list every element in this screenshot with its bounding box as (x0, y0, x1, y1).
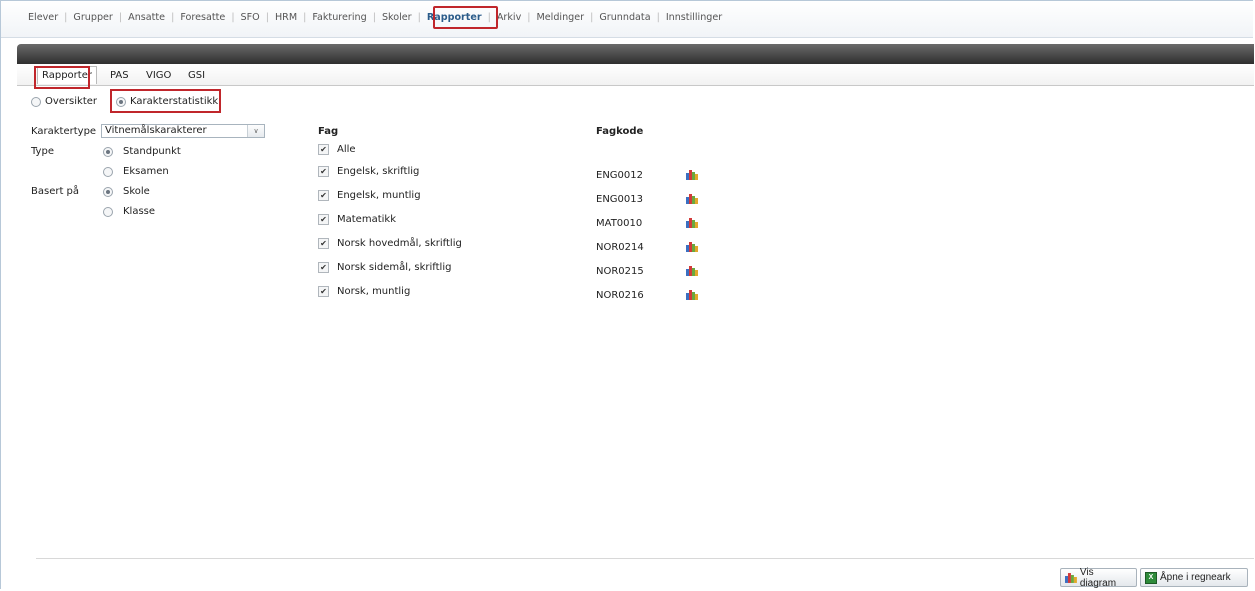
basert-label: Basert på (31, 186, 80, 197)
radio-selected-icon (103, 186, 113, 197)
chevron-down-icon[interactable]: ∨ (247, 125, 264, 137)
nav-separator: | (303, 12, 307, 23)
checkbox-checked-icon[interactable]: ✔ (318, 214, 329, 225)
bar-chart-icon (1065, 573, 1077, 583)
subject-code: NOR0216 (596, 290, 644, 301)
top-nav-items: Elever | Grupper | Ansatte | Foresatte | SFO | HRM… (28, 12, 722, 23)
nav-separator: | (118, 12, 123, 23)
checkbox-checked-icon[interactable]: ✔ (318, 190, 329, 201)
type-eksamen-label: Eksamen (123, 166, 169, 177)
checkbox-checked-icon[interactable]: ✔ (318, 144, 329, 155)
subject-name: Engelsk, skriftlig (337, 166, 420, 177)
mode-highlight (110, 89, 221, 113)
subject-name: Norsk, muntlig (337, 286, 411, 297)
nav-separator: | (171, 12, 175, 23)
footer-divider (36, 558, 1254, 559)
radio-icon (103, 166, 113, 177)
nav-item-foresatte[interactable]: Foresatte (180, 12, 225, 23)
tab-gsi[interactable]: GSI (188, 70, 205, 81)
nav-separator: | (590, 12, 594, 23)
vis-diagram-button[interactable]: Vis diagram (1060, 566, 1137, 589)
basert-skole-label: Skole (123, 186, 150, 197)
basert-klasse[interactable]: Klasse (103, 206, 155, 217)
nav-item-meldinger[interactable]: Meldinger (536, 12, 584, 23)
nav-item-hrm[interactable]: HRM (275, 12, 297, 23)
nav-item-grupper[interactable]: Grupper (73, 12, 113, 23)
fagkode-header: Fagkode (596, 126, 644, 137)
subject-name: Engelsk, muntlig (337, 190, 421, 201)
nav-separator: | (656, 12, 660, 23)
vis-diagram-label: Vis diagram (1079, 566, 1117, 589)
subject-code: ENG0013 (596, 194, 643, 205)
checkbox-checked-icon[interactable]: ✔ (318, 286, 329, 297)
type-standpunkt[interactable]: Standpunkt (103, 146, 181, 157)
radio-icon (103, 206, 113, 217)
checkbox-checked-icon[interactable]: ✔ (318, 238, 329, 249)
subject-row[interactable]: ✔ Norsk, muntlig (318, 286, 410, 297)
tab-vigo[interactable]: VIGO (146, 70, 171, 81)
bar-chart-icon[interactable] (686, 169, 698, 180)
bar-chart-icon[interactable] (686, 193, 698, 204)
basert-skole[interactable]: Skole (103, 186, 150, 197)
subject-code: NOR0215 (596, 266, 644, 277)
nav-item-sfo[interactable]: SFO (241, 12, 260, 23)
fag-header: Fag (318, 126, 339, 137)
karaktertype-select[interactable]: Vitnemålskarakterer ∨ (101, 124, 265, 138)
nav-separator: | (265, 12, 269, 23)
nav-separator: | (231, 12, 235, 23)
nav-item-fakturering[interactable]: Fakturering (312, 12, 366, 23)
tab-pas[interactable]: PAS (110, 70, 129, 81)
subject-row[interactable]: ✔ Engelsk, skriftlig (318, 166, 419, 177)
subject-alle-label: Alle (337, 144, 356, 155)
radio-icon (31, 96, 41, 107)
subject-name: Matematikk (337, 214, 396, 225)
top-navigation: Elever | Grupper | Ansatte | Foresatte | SFO | HRM… (1, 1, 1253, 38)
nav-separator: | (417, 12, 421, 23)
bar-chart-icon[interactable] (686, 265, 698, 276)
checkbox-checked-icon[interactable]: ✔ (318, 262, 329, 273)
nav-item-arkiv[interactable]: Arkiv (497, 12, 521, 23)
subject-row[interactable]: ✔ Norsk hovedmål, skriftlig (318, 238, 462, 249)
subject-alle[interactable]: ✔ Alle (318, 144, 356, 155)
subject-name: Norsk hovedmål, skriftlig (337, 238, 462, 249)
nav-item-innstillinger[interactable]: Innstillinger (666, 12, 722, 23)
subject-code: MAT0010 (596, 218, 643, 229)
bar-chart-icon[interactable] (686, 289, 698, 300)
bar-chart-icon[interactable] (686, 217, 698, 228)
mode-oversikter[interactable]: Oversikter (31, 96, 97, 107)
subject-row[interactable]: ✔ Engelsk, muntlig (318, 190, 421, 201)
subject-code: ENG0012 (596, 170, 643, 181)
nav-separator: | (527, 12, 531, 23)
apne-regneark-label: Åpne i regneark (1160, 572, 1231, 583)
active-nav-highlight (433, 6, 498, 29)
subject-name: Norsk sidemål, skriftlig (337, 262, 452, 273)
karaktertype-label: Karaktertype (31, 126, 97, 137)
sub-tabs: Rapporter PAS VIGO GSI (17, 64, 1254, 86)
header-bar (17, 44, 1254, 64)
spreadsheet-icon: X (1145, 571, 1157, 584)
type-label: Type (31, 146, 54, 157)
apne-regneark-button[interactable]: X Åpne i regneark (1140, 568, 1248, 587)
nav-item-skoler[interactable]: Skoler (382, 12, 412, 23)
checkbox-checked-icon[interactable]: ✔ (318, 166, 329, 177)
bar-chart-icon[interactable] (686, 241, 698, 252)
nav-item-ansatte[interactable]: Ansatte (128, 12, 165, 23)
nav-item-grunndata[interactable]: Grunndata (599, 12, 650, 23)
basert-klasse-label: Klasse (123, 206, 156, 217)
nav-item-elever[interactable]: Elever (28, 12, 58, 23)
mode-oversikter-label: Oversikter (45, 96, 98, 107)
nav-separator: | (64, 12, 68, 23)
karaktertype-value: Vitnemålskarakterer (105, 125, 207, 136)
subject-code: NOR0214 (596, 242, 644, 253)
type-eksamen[interactable]: Eksamen (103, 166, 169, 177)
type-standpunkt-label: Standpunkt (123, 146, 181, 157)
tab-highlight (34, 66, 90, 89)
subject-row[interactable]: ✔ Matematikk (318, 214, 396, 225)
radio-selected-icon (103, 146, 113, 157)
subject-row[interactable]: ✔ Norsk sidemål, skriftlig (318, 262, 451, 273)
nav-separator: | (372, 12, 376, 23)
